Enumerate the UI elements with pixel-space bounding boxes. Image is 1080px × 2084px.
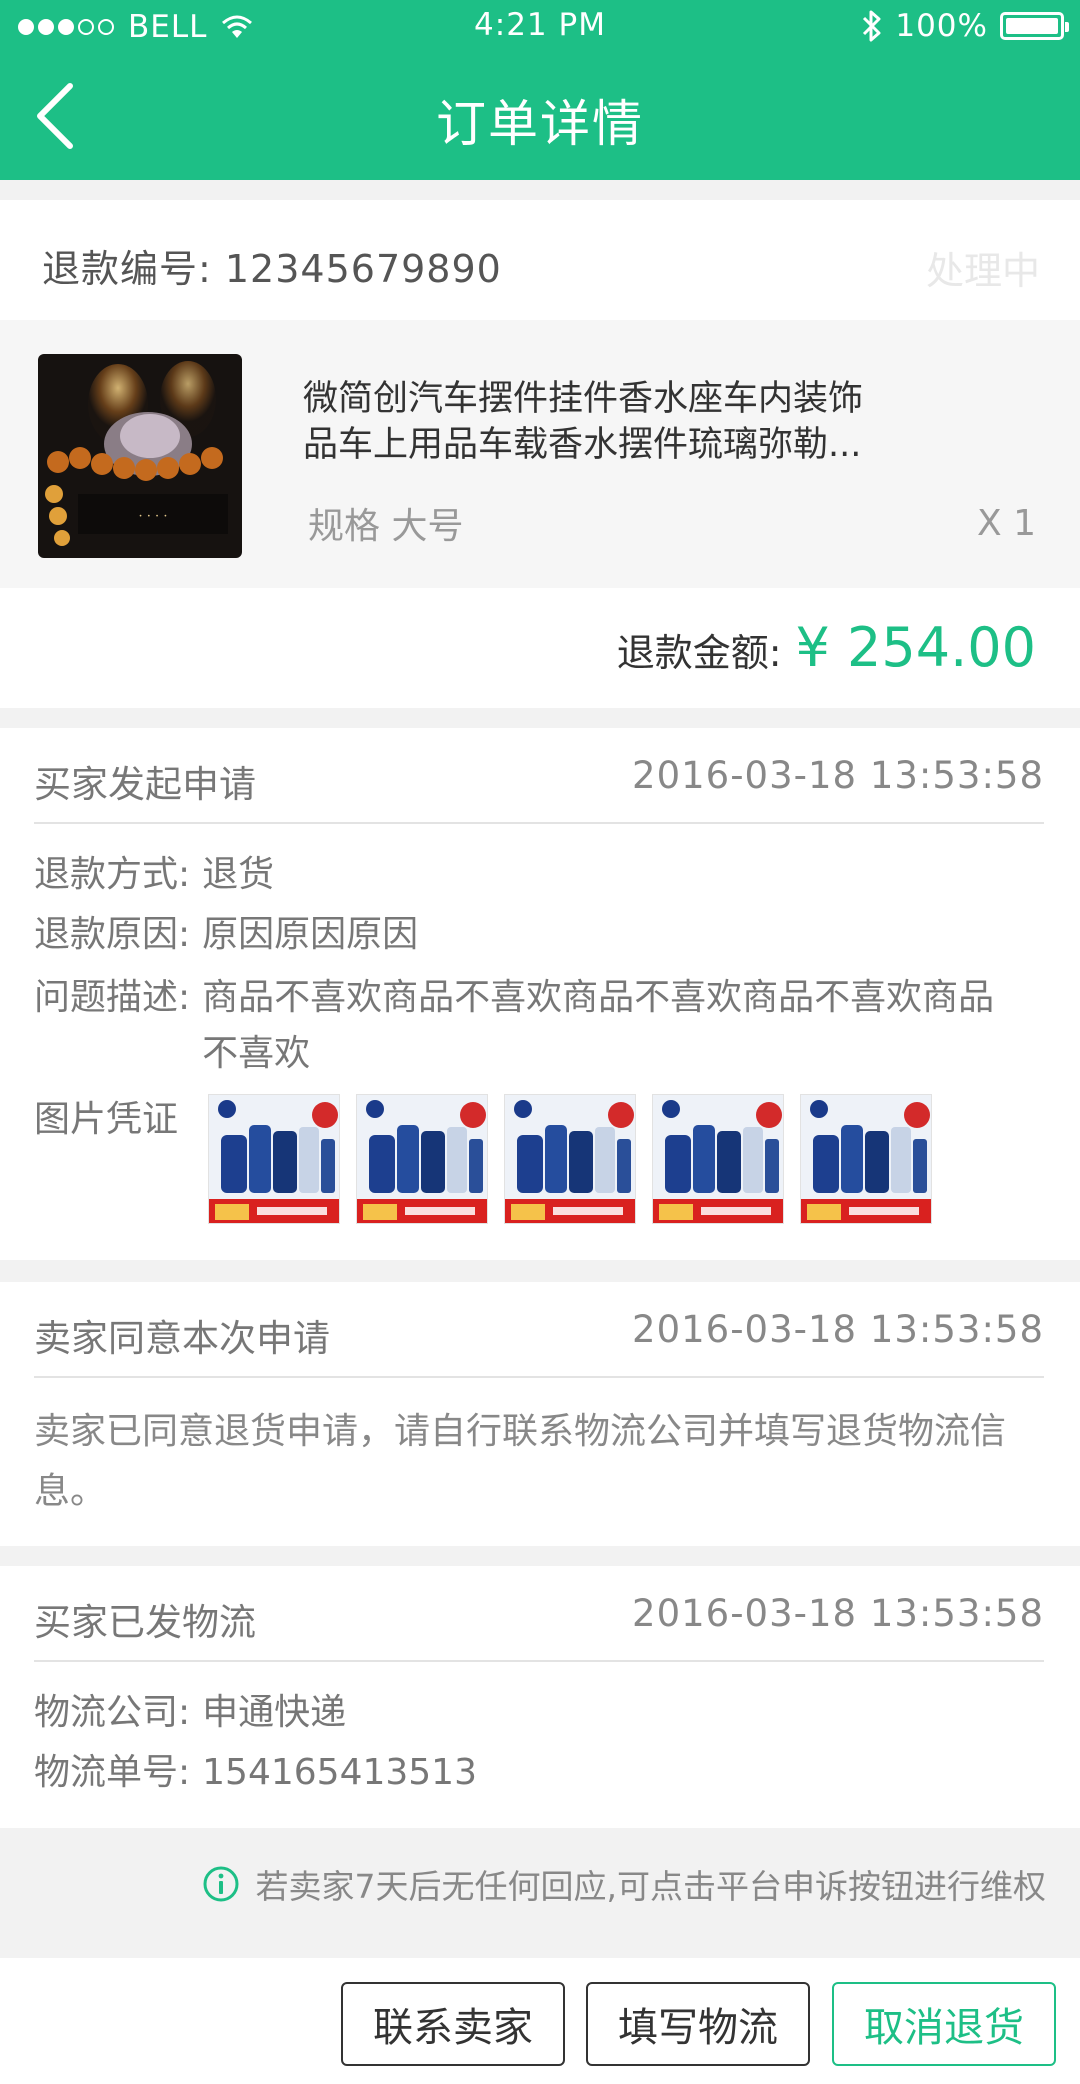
section-time: 2016-03-18 13:53:58 bbox=[632, 1308, 1044, 1351]
timeline-buyer-shipped: 买家已发物流 2016-03-18 13:53:58 物流公司: 申通快递 物流… bbox=[0, 1566, 1080, 1828]
section-header: 买家已发物流 2016-03-18 13:53:58 bbox=[34, 1566, 1044, 1662]
section-time: 2016-03-18 13:53:58 bbox=[632, 1592, 1044, 1635]
evidence-image[interactable] bbox=[504, 1094, 636, 1224]
section-time: 2016-03-18 13:53:58 bbox=[632, 754, 1044, 797]
refund-number: 退款编号: 12345679890 bbox=[42, 247, 502, 291]
timeline-seller-agree: 卖家同意本次申请 2016-03-18 13:53:58 卖家已同意退货申请，请… bbox=[0, 1282, 1080, 1546]
app-header: BELL 4:21 PM 100% 订单详情 bbox=[0, 0, 1080, 180]
seller-agree-message: 卖家已同意退货申请，请自行联系物流公司并填写退货物流信息。 bbox=[34, 1411, 1007, 1512]
info-icon bbox=[203, 1866, 238, 1902]
refund-status-badge: 处理中 bbox=[925, 249, 1040, 293]
logistics-company-row: 物流公司: 申通快递 bbox=[34, 1688, 346, 1738]
tracking-number-key: 物流单号: bbox=[34, 1752, 191, 1793]
refund-amount-label: 退款金额: bbox=[616, 631, 782, 675]
contact-seller-button[interactable]: 联系卖家 bbox=[341, 1982, 565, 2066]
tip-text: 若卖家7天后无任何回应,可点击平台申诉按钮进行维权 bbox=[255, 1867, 1047, 1906]
section-title: 买家已发物流 bbox=[34, 1601, 256, 1644]
fill-logistics-button[interactable]: 填写物流 bbox=[586, 1982, 810, 2066]
refund-method-value: 退货 bbox=[202, 854, 275, 895]
refund-reason-value: 原因原因原因 bbox=[202, 914, 419, 955]
problem-desc-key: 问题描述: bbox=[34, 977, 191, 1018]
cancel-return-button[interactable]: 取消退货 bbox=[832, 1982, 1056, 2066]
product-title[interactable]: 微简创汽车摆件挂件香水座车内装饰 品车上用品车载香水摆件琉璃弥勒... bbox=[303, 376, 983, 468]
section-title: 卖家同意本次申请 bbox=[34, 1317, 330, 1360]
product-spec: 规格 大号 bbox=[308, 506, 464, 547]
battery-percent: 100% bbox=[895, 8, 988, 44]
evidence-image[interactable] bbox=[208, 1094, 340, 1224]
refund-reason-key: 退款原因: bbox=[34, 914, 191, 955]
problem-desc-row: 问题描述: 商品不喜欢商品不喜欢商品不喜欢商品不喜欢商品不喜欢 bbox=[34, 970, 1012, 1082]
refund-amount-row: 退款金额: ¥ 254.00 bbox=[0, 588, 1080, 708]
status-bar: BELL 4:21 PM 100% bbox=[0, 0, 1080, 52]
refund-amount-value: ¥ 254.00 bbox=[795, 616, 1036, 679]
refund-method-key: 退款方式: bbox=[34, 854, 191, 895]
product-title-line1: 微简创汽车摆件挂件香水座车内装饰 bbox=[303, 379, 864, 419]
evidence-image[interactable] bbox=[356, 1094, 488, 1224]
evidence-label: 图片凭证 bbox=[34, 1099, 179, 1140]
product-thumbnail[interactable]: · · · · bbox=[38, 354, 242, 558]
action-bar: 联系卖家 填写物流 取消退货 bbox=[0, 1958, 1080, 2084]
logistics-company-key: 物流公司: bbox=[34, 1692, 191, 1733]
status-right: 100% bbox=[861, 8, 1069, 44]
tracking-number-row: 物流单号: 154165413513 bbox=[34, 1748, 477, 1798]
refund-method-row: 退款方式: 退货 bbox=[34, 850, 274, 900]
logistics-company-value: 申通快递 bbox=[202, 1692, 347, 1733]
evidence-images bbox=[208, 1094, 932, 1224]
battery-icon bbox=[1000, 12, 1069, 40]
refund-number-row: 退款编号: 12345679890 处理中 bbox=[0, 200, 1080, 320]
product-card[interactable]: · · · · 微简创汽车摆件挂件香水座车内装饰 品车上用品车载香水摆件琉璃弥勒… bbox=[0, 320, 1080, 588]
section-title: 买家发起申请 bbox=[34, 763, 256, 806]
appeal-tip: 若卖家7天后无任何回应,可点击平台申诉按钮进行维权 bbox=[0, 1830, 1080, 1958]
refund-reason-row: 退款原因: 原因原因原因 bbox=[34, 910, 418, 960]
tracking-number-value: 154165413513 bbox=[202, 1752, 477, 1793]
product-title-line2: 品车上用品车载香水摆件琉璃弥勒... bbox=[303, 425, 862, 465]
svg-text:· · · ·: · · · · bbox=[139, 509, 168, 524]
problem-desc-value: 商品不喜欢商品不喜欢商品不喜欢商品不喜欢商品不喜欢 bbox=[202, 977, 995, 1074]
page-title: 订单详情 bbox=[436, 95, 644, 153]
evidence-image[interactable] bbox=[652, 1094, 784, 1224]
timeline-buyer-request: 买家发起申请 2016-03-18 13:53:58 退款方式: 退货 退款原因… bbox=[0, 728, 1080, 1260]
evidence-image[interactable] bbox=[800, 1094, 932, 1224]
section-header: 卖家同意本次申请 2016-03-18 13:53:58 bbox=[34, 1282, 1044, 1378]
section-header: 买家发起申请 2016-03-18 13:53:58 bbox=[34, 728, 1044, 824]
product-quantity: X 1 bbox=[976, 503, 1036, 544]
bluetooth-icon bbox=[863, 10, 881, 42]
